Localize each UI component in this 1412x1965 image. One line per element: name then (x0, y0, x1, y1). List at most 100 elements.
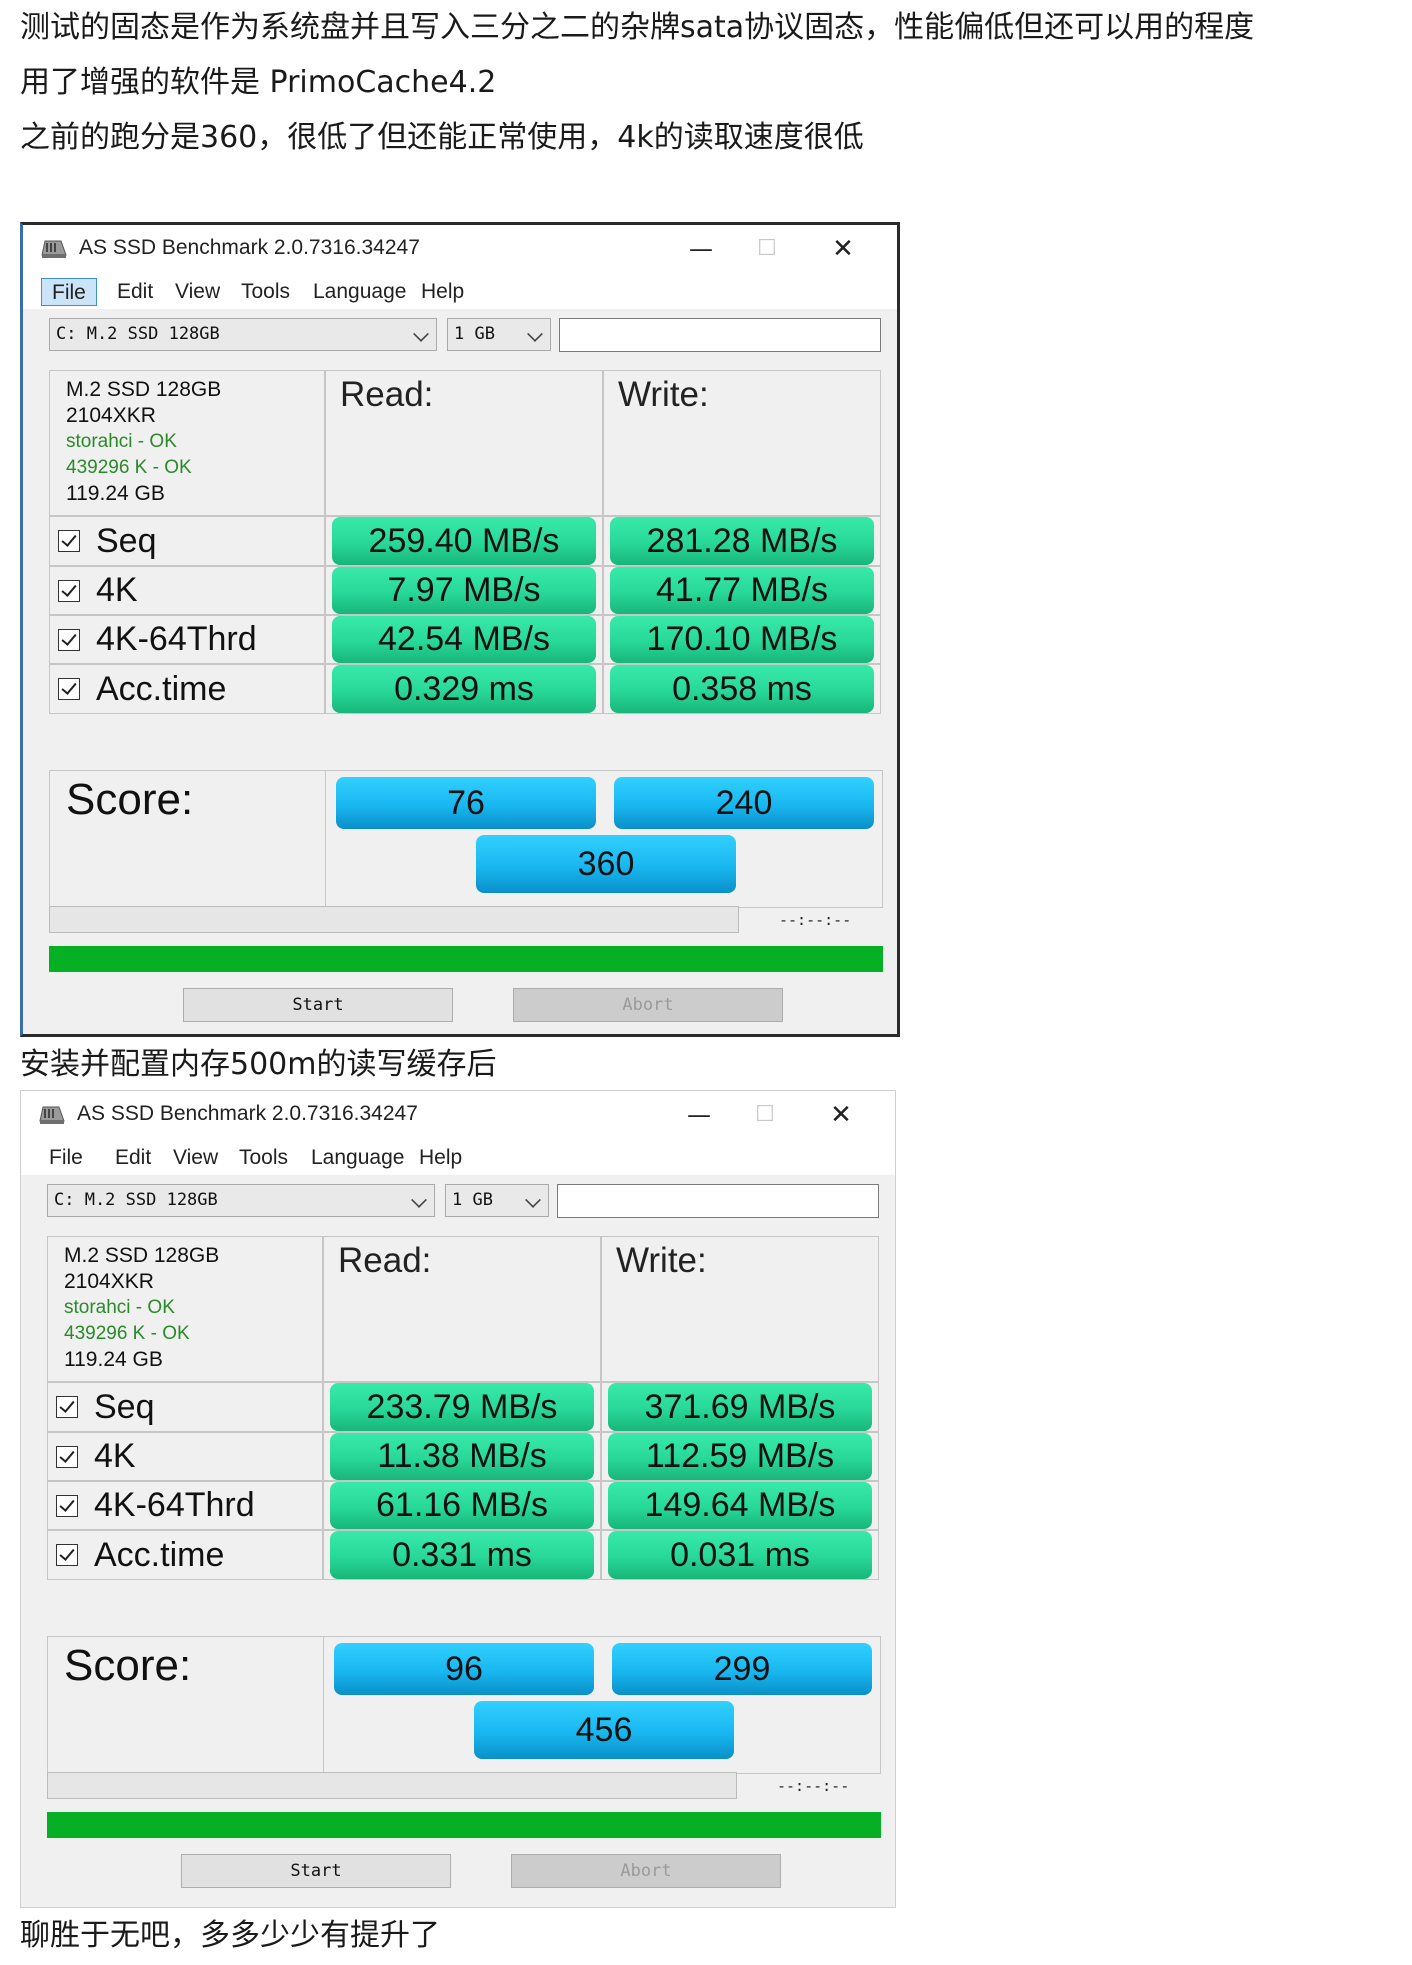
write-cell-4k: 112.59 MB/s (601, 1432, 879, 1481)
intro-line-3: 之前的跑分是360，很低了但还能正常使用，4k的读取速度很低 (20, 120, 864, 155)
menu-edit[interactable]: Edit (107, 278, 163, 306)
drive-firmware: 2104XKR (66, 404, 156, 427)
drive-capacity: 119.24 GB (64, 1348, 163, 1371)
row-label-4k-64thrd[interactable]: 4K-64Thrd (49, 615, 325, 664)
abort-button[interactable]: Abort (513, 988, 783, 1022)
row-label-4k[interactable]: 4K (49, 566, 325, 615)
notes-input[interactable] (559, 318, 881, 352)
start-button[interactable]: Start (181, 1854, 451, 1888)
checkbox-seq[interactable] (58, 530, 80, 552)
row-label-4k-64thrd[interactable]: 4K-64Thrd (47, 1481, 323, 1530)
read-header: Read: (323, 1236, 601, 1382)
checkbox-4k-64thrd[interactable] (58, 628, 80, 651)
minimize-icon[interactable]: — (669, 1097, 729, 1133)
middle-caption: 安装并配置内存500m的读写缓存后 (20, 1047, 497, 1082)
drive-capacity: 119.24 GB (66, 482, 165, 505)
size-select-value: 1 GB (452, 1190, 493, 1210)
drive-select-value: C: M.2 SSD 128GB (54, 1190, 218, 1210)
read-cell-4k: 7.97 MB/s (325, 566, 603, 615)
write-cell-seq: 281.28 MB/s (603, 516, 881, 566)
alignment-status: 439296 K - OK (66, 457, 192, 478)
notes-input[interactable] (557, 1184, 879, 1218)
menu-view[interactable]: View (163, 1144, 228, 1172)
write-result-seq: 281.28 MB/s (610, 517, 874, 565)
row-label-acc-time[interactable]: Acc.time (47, 1530, 323, 1580)
chevron-down-icon (411, 1192, 427, 1208)
title-bar[interactable]: AS SSD Benchmark 2.0.7316.34247 — ☐ ✕ (21, 1091, 895, 1139)
menu-file[interactable]: File (39, 1144, 93, 1172)
elapsed-time: --:--:-- (779, 911, 852, 929)
menu-help[interactable]: Help (411, 278, 474, 306)
read-result-acc-time: 0.331 ms (330, 1531, 594, 1579)
close-icon[interactable]: ✕ (813, 231, 873, 267)
row-label-seq[interactable]: Seq (49, 516, 325, 566)
menu-tools[interactable]: Tools (229, 1144, 298, 1172)
window-title: AS SSD Benchmark 2.0.7316.34247 (77, 1102, 418, 1125)
write-result-4k: 112.59 MB/s (608, 1433, 872, 1480)
checkbox-acc-time[interactable] (58, 678, 80, 700)
checkbox-4k-64thrd[interactable] (56, 1494, 78, 1517)
read-cell-seq: 259.40 MB/s (325, 516, 603, 566)
read-cell-acc-time: 0.331 ms (323, 1530, 601, 1580)
write-cell-4k: 41.77 MB/s (603, 566, 881, 615)
score-label: Score: (50, 771, 326, 909)
test-name-4k: 4K (94, 1437, 136, 1475)
checkbox-seq[interactable] (56, 1396, 78, 1418)
checkbox-4k[interactable] (56, 1445, 78, 1468)
write-result-acc-time: 0.358 ms (610, 665, 874, 713)
chevron-down-icon (527, 326, 543, 342)
score-write: 240 (614, 777, 874, 829)
test-name-4k-64thrd: 4K-64Thrd (96, 620, 257, 658)
test-progress-bar (47, 1772, 737, 1799)
test-name-acc-time: Acc.time (94, 1535, 225, 1574)
menu-view[interactable]: View (165, 278, 230, 306)
page: 测试的固态是作为系统盘并且写入三分之二的杂牌sata协议固态，性能偏低但还可以用… (0, 0, 1412, 1965)
abort-button[interactable]: Abort (511, 1854, 781, 1888)
drive-name: M.2 SSD 128GB (66, 378, 222, 401)
read-cell-4k-64thrd: 42.54 MB/s (325, 615, 603, 664)
menu-language[interactable]: Language (303, 278, 416, 306)
maximize-icon[interactable]: ☐ (735, 1097, 795, 1133)
score-read: 96 (334, 1643, 594, 1695)
drive-select[interactable]: C: M.2 SSD 128GB (49, 318, 437, 351)
read-result-4k-64thrd: 42.54 MB/s (332, 616, 596, 663)
row-label-seq[interactable]: Seq (47, 1382, 323, 1432)
drive-firmware: 2104XKR (64, 1270, 154, 1293)
read-cell-acc-time: 0.329 ms (325, 664, 603, 714)
test-progress-bar (49, 906, 739, 933)
drive-info-panel: M.2 SSD 128GB 2104XKR storahci - OK 4392… (47, 1236, 323, 1382)
read-header: Read: (325, 370, 603, 516)
total-progress-bar (49, 946, 883, 972)
start-button[interactable]: Start (183, 988, 453, 1022)
title-bar[interactable]: AS SSD Benchmark 2.0.7316.34247 — ☐ ✕ (23, 225, 897, 273)
menu-tools[interactable]: Tools (231, 278, 300, 306)
benchmark-window-after: AS SSD Benchmark 2.0.7316.34247 — ☐ ✕ Fi… (20, 1090, 896, 1908)
maximize-icon[interactable]: ☐ (737, 231, 797, 267)
close-icon[interactable]: ✕ (811, 1097, 871, 1133)
checkbox-acc-time[interactable] (56, 1544, 78, 1566)
test-name-acc-time: Acc.time (96, 669, 227, 708)
write-result-4k-64thrd: 149.64 MB/s (608, 1482, 872, 1529)
write-result-4k-64thrd: 170.10 MB/s (610, 616, 874, 663)
outro-caption: 聊胜于无吧，多多少少有提升了 (20, 1918, 440, 1953)
checkbox-4k[interactable] (58, 579, 80, 602)
menu-bar: File Edit View Tools Language Help (23, 273, 897, 309)
write-result-acc-time: 0.031 ms (608, 1531, 872, 1579)
menu-edit[interactable]: Edit (105, 1144, 161, 1172)
driver-status: storahci - OK (64, 1297, 175, 1318)
menu-help[interactable]: Help (409, 1144, 472, 1172)
window-title: AS SSD Benchmark 2.0.7316.34247 (79, 236, 420, 259)
read-result-4k: 11.38 MB/s (330, 1433, 594, 1480)
size-select[interactable]: 1 GB (447, 318, 551, 351)
write-header: Write: (601, 1236, 879, 1382)
read-result-4k-64thrd: 61.16 MB/s (330, 1482, 594, 1529)
row-label-4k[interactable]: 4K (47, 1432, 323, 1481)
menu-file[interactable]: File (41, 278, 97, 306)
read-cell-4k: 11.38 MB/s (323, 1432, 601, 1481)
minimize-icon[interactable]: — (671, 231, 731, 267)
drive-select[interactable]: C: M.2 SSD 128GB (47, 1184, 435, 1217)
menu-language[interactable]: Language (301, 1144, 414, 1172)
row-label-acc-time[interactable]: Acc.time (49, 664, 325, 714)
score-read: 76 (336, 777, 596, 829)
size-select[interactable]: 1 GB (445, 1184, 549, 1217)
